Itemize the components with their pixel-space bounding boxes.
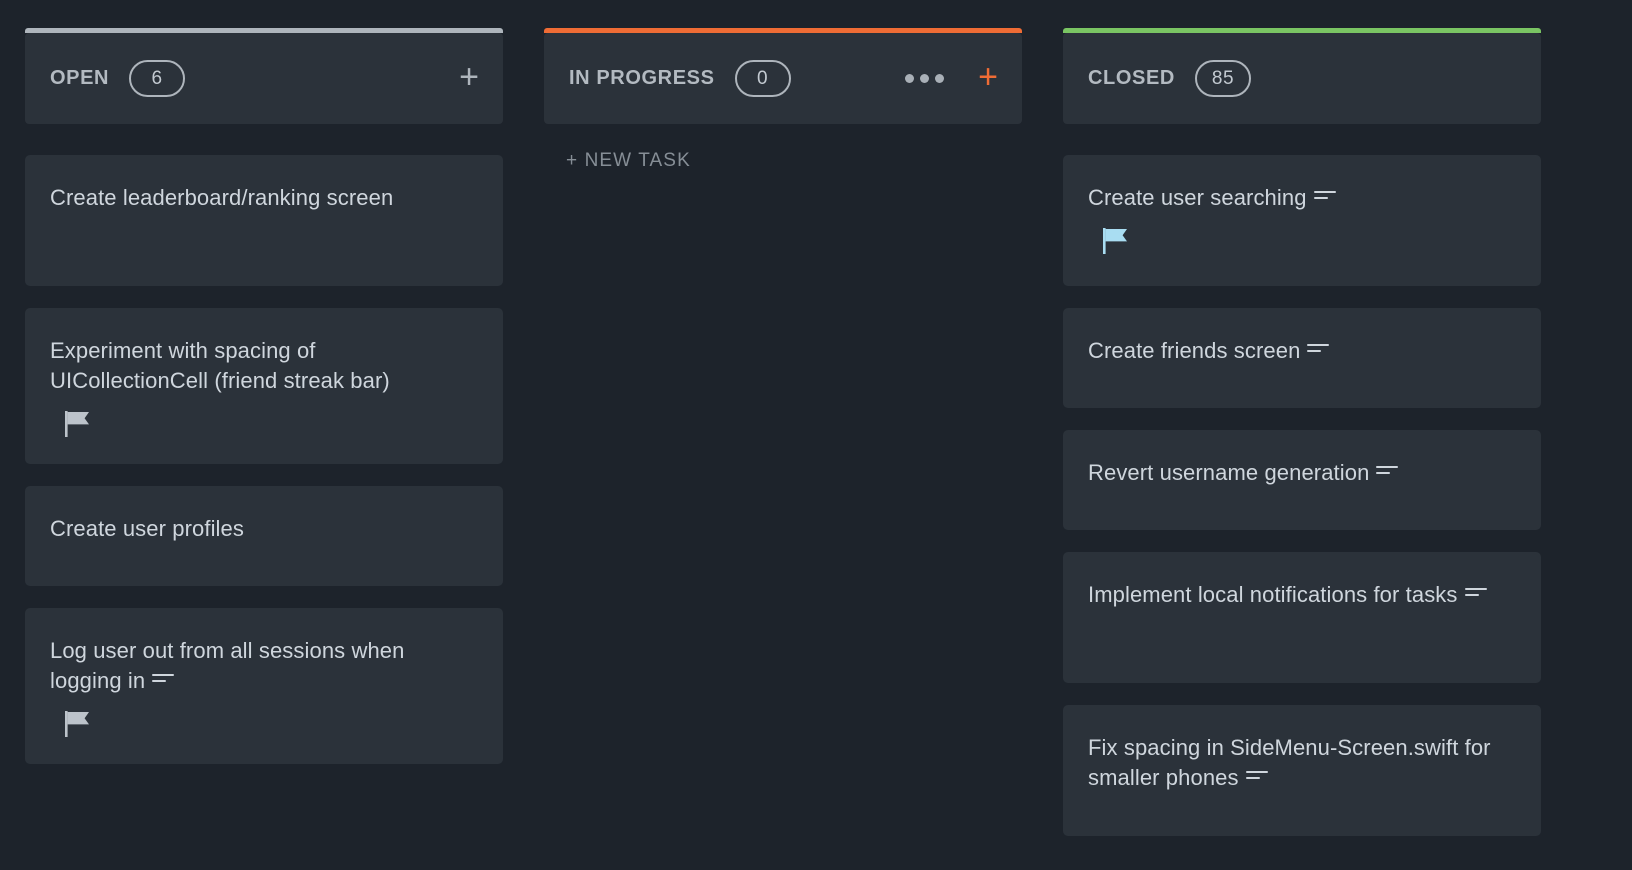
- task-card-title-text: Log user out from all sessions when logg…: [50, 638, 404, 693]
- task-card[interactable]: Create user profiles: [25, 486, 503, 586]
- description-icon: [1314, 191, 1336, 203]
- task-card-flag: [50, 410, 479, 438]
- task-card-title-text: Revert username generation: [1088, 460, 1369, 485]
- card-list-closed: Create user searching Create friends scre…: [1063, 155, 1541, 836]
- column-open: OPEN 6 + Create leaderboard/ranking screen E…: [25, 33, 503, 870]
- task-card-title: Fix spacing in SideMenu-Screen.swift for…: [1088, 733, 1517, 793]
- column-title: CLOSED: [1088, 67, 1175, 90]
- column-header-in-progress: IN PROGRESS 0 +: [544, 33, 1022, 124]
- column-accent-bar: [544, 28, 1022, 33]
- new-task-button[interactable]: + NEW TASK: [544, 150, 1022, 172]
- add-task-button[interactable]: +: [978, 60, 998, 94]
- task-card-title-text: Create user searching: [1088, 185, 1307, 210]
- task-card-title: Create leaderboard/ranking screen: [50, 183, 479, 213]
- column-count-badge: 6: [129, 60, 185, 97]
- task-card-title-text: Experiment with spacing of UICollectionC…: [50, 338, 390, 393]
- flag-icon: [65, 410, 91, 438]
- task-card-flag: [1088, 227, 1517, 255]
- description-icon: [1307, 344, 1329, 356]
- flag-icon: [65, 710, 91, 738]
- description-icon: [152, 674, 174, 686]
- task-card[interactable]: Log user out from all sessions when logg…: [25, 608, 503, 764]
- task-card[interactable]: Create leaderboard/ranking screen: [25, 155, 503, 286]
- task-card-title-text: Create friends screen: [1088, 338, 1300, 363]
- task-card-title-text: Create leaderboard/ranking screen: [50, 185, 393, 210]
- task-card-flag: [50, 710, 479, 738]
- add-task-button[interactable]: +: [459, 60, 479, 94]
- task-card-title: Create friends screen: [1088, 336, 1517, 366]
- task-card[interactable]: Revert username generation: [1063, 430, 1541, 530]
- column-header-closed: CLOSED 85: [1063, 33, 1541, 124]
- description-icon: [1246, 771, 1268, 783]
- task-card-title: Implement local notifications for tasks: [1088, 580, 1517, 610]
- task-card-title: Revert username generation: [1088, 458, 1517, 488]
- column-menu-icon[interactable]: [905, 74, 944, 83]
- column-count-badge: 0: [735, 60, 791, 97]
- column-count-badge: 85: [1195, 60, 1251, 97]
- task-card[interactable]: Experiment with spacing of UICollectionC…: [25, 308, 503, 464]
- column-title: IN PROGRESS: [569, 67, 715, 90]
- task-card-title: Log user out from all sessions when logg…: [50, 636, 479, 696]
- task-card[interactable]: Create user searching: [1063, 155, 1541, 286]
- description-icon: [1376, 466, 1398, 478]
- kanban-board: OPEN 6 + Create leaderboard/ranking screen E…: [0, 0, 1632, 870]
- column-header-open: OPEN 6 +: [25, 33, 503, 124]
- task-card-title-text: Create user profiles: [50, 516, 244, 541]
- column-accent-bar: [25, 28, 503, 33]
- task-card[interactable]: Fix spacing in SideMenu-Screen.swift for…: [1063, 705, 1541, 836]
- task-card-title-text: Fix spacing in SideMenu-Screen.swift for…: [1088, 735, 1491, 790]
- task-card-title-text: Implement local notifications for tasks: [1088, 582, 1458, 607]
- task-card[interactable]: Create friends screen: [1063, 308, 1541, 408]
- column-in-progress: IN PROGRESS 0 + + NEW TASK: [544, 33, 1022, 870]
- column-accent-bar: [1063, 28, 1541, 33]
- description-icon: [1465, 588, 1487, 600]
- flag-icon: [1103, 227, 1129, 255]
- task-card[interactable]: Implement local notifications for tasks: [1063, 552, 1541, 683]
- card-list-open: Create leaderboard/ranking screen Experim…: [25, 155, 503, 764]
- task-card-title: Create user searching: [1088, 183, 1517, 213]
- task-card-title: Experiment with spacing of UICollectionC…: [50, 336, 479, 396]
- column-closed: CLOSED 85 Create user searching Create frie…: [1063, 33, 1541, 870]
- task-card-title: Create user profiles: [50, 514, 479, 544]
- column-title: OPEN: [50, 67, 109, 90]
